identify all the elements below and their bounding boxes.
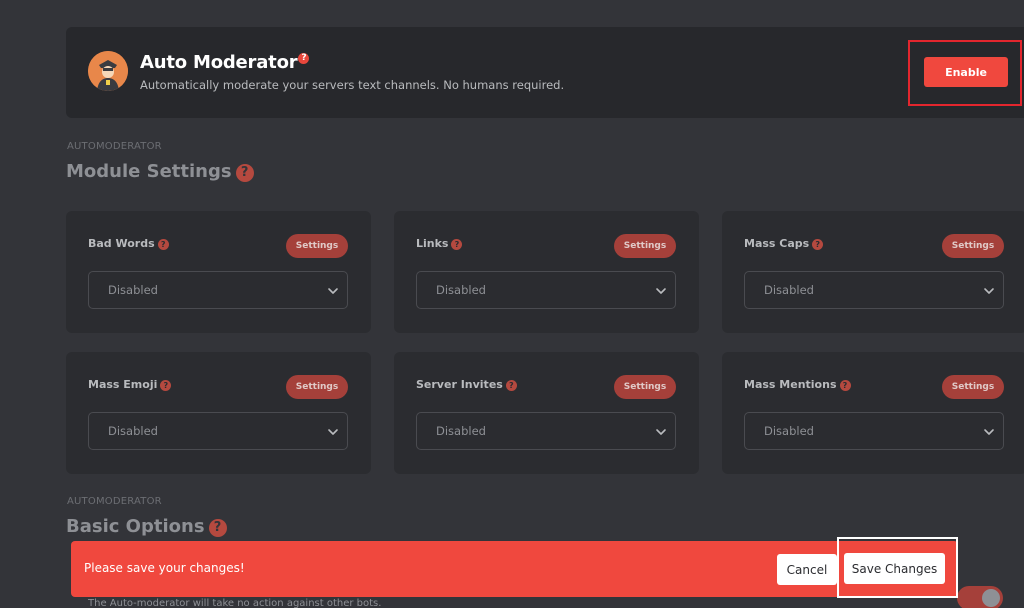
module-settings-button[interactable]: Settings bbox=[942, 375, 1004, 399]
section-title: Module Settings? bbox=[66, 161, 254, 182]
module-name: Mass Mentions? bbox=[744, 378, 851, 391]
page-subtitle: Automatically moderate your servers text… bbox=[140, 78, 565, 92]
select-value: Disabled bbox=[764, 424, 814, 438]
module-card: Links? Settings Disabled bbox=[394, 211, 699, 333]
cancel-button[interactable]: Cancel bbox=[777, 554, 837, 585]
module-card: Mass Caps? Settings Disabled bbox=[722, 211, 1024, 333]
module-mode-select[interactable]: Disabled bbox=[744, 271, 1004, 309]
module-mode-select[interactable]: Disabled bbox=[416, 412, 676, 450]
module-mode-select[interactable]: Disabled bbox=[88, 412, 348, 450]
module-name: Mass Emoji? bbox=[88, 378, 172, 391]
module-card: Bad Words? Settings Disabled bbox=[66, 211, 371, 333]
module-name: Mass Caps? bbox=[744, 237, 824, 250]
module-name: Bad Words? bbox=[88, 237, 169, 250]
enable-button[interactable]: Enable bbox=[924, 57, 1008, 87]
module-name: Server Invites? bbox=[416, 378, 517, 391]
select-value: Disabled bbox=[108, 283, 158, 297]
select-value: Disabled bbox=[108, 424, 158, 438]
police-officer-icon bbox=[88, 51, 128, 91]
help-icon[interactable]: ? bbox=[451, 239, 463, 250]
chevron-down-icon bbox=[984, 429, 994, 435]
module-settings-button[interactable]: Settings bbox=[614, 234, 676, 258]
select-value: Disabled bbox=[436, 283, 486, 297]
chevron-down-icon bbox=[328, 288, 338, 294]
chevron-down-icon bbox=[656, 288, 666, 294]
bot-option-description: The Auto-moderator will take no action a… bbox=[88, 598, 382, 608]
help-icon[interactable]: ? bbox=[505, 380, 517, 391]
bot-option-toggle[interactable] bbox=[957, 586, 1003, 608]
module-mode-select[interactable]: Disabled bbox=[416, 271, 676, 309]
section-eyebrow: AUTOMODERATOR bbox=[67, 141, 162, 152]
help-icon[interactable]: ? bbox=[812, 239, 824, 250]
module-name: Links? bbox=[416, 237, 463, 250]
module-card: Server Invites? Settings Disabled bbox=[394, 352, 699, 474]
chevron-down-icon bbox=[328, 429, 338, 435]
page-title: Auto Moderator? bbox=[140, 52, 310, 73]
help-icon[interactable]: ? bbox=[157, 239, 169, 250]
module-settings-button[interactable]: Settings bbox=[614, 375, 676, 399]
unsaved-changes-toast: Please save your changes! Cancel bbox=[71, 541, 958, 597]
section-eyebrow: AUTOMODERATOR bbox=[67, 496, 162, 507]
help-icon[interactable]: ? bbox=[839, 380, 851, 391]
module-settings-button[interactable]: Settings bbox=[942, 234, 1004, 258]
help-icon[interactable]: ? bbox=[208, 519, 227, 537]
toast-message: Please save your changes! bbox=[84, 561, 245, 575]
select-value: Disabled bbox=[436, 424, 486, 438]
save-changes-button[interactable]: Save Changes bbox=[844, 553, 945, 584]
module-card: Mass Emoji? Settings Disabled bbox=[66, 352, 371, 474]
help-icon[interactable]: ? bbox=[160, 380, 172, 391]
module-settings-button[interactable]: Settings bbox=[286, 234, 348, 258]
chevron-down-icon bbox=[656, 429, 666, 435]
select-value: Disabled bbox=[764, 283, 814, 297]
module-mode-select[interactable]: Disabled bbox=[744, 412, 1004, 450]
module-card: Mass Mentions? Settings Disabled bbox=[722, 352, 1024, 474]
toggle-knob bbox=[982, 589, 1000, 607]
module-settings-button[interactable]: Settings bbox=[286, 375, 348, 399]
help-icon[interactable]: ? bbox=[298, 53, 310, 64]
chevron-down-icon bbox=[984, 288, 994, 294]
section-title: Basic Options? bbox=[66, 516, 227, 537]
module-mode-select[interactable]: Disabled bbox=[88, 271, 348, 309]
help-icon[interactable]: ? bbox=[235, 164, 254, 182]
